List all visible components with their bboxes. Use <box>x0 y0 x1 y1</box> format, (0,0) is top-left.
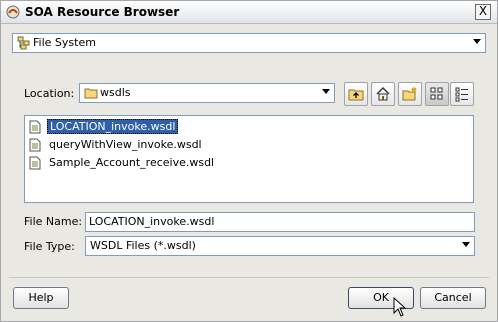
folder-up-button[interactable] <box>344 82 368 106</box>
wsdl-file-icon <box>29 156 41 170</box>
dialog-title: SOA Resource Browser <box>25 5 180 19</box>
file-type-dropdown[interactable]: WSDL Files (*.wsdl) <box>85 236 475 256</box>
title-bar[interactable]: SOA Resource Browser X <box>1 1 497 24</box>
file-name-field[interactable] <box>86 213 472 230</box>
file-system-icon <box>17 36 30 50</box>
icon-view-icon <box>430 87 443 100</box>
file-type-label: File Type: <box>24 240 75 253</box>
app-icon <box>6 5 20 19</box>
wsdl-file-icon <box>29 120 41 134</box>
file-name: LOCATION_invoke.wsdl <box>47 119 179 134</box>
list-view-icon <box>455 87 468 102</box>
list-view-button[interactable] <box>450 82 474 106</box>
connection-dropdown[interactable]: File System <box>12 33 486 53</box>
icon-view-button[interactable] <box>425 82 449 106</box>
file-type-value: WSDL Files (*.wsdl) <box>90 239 196 252</box>
folder-icon <box>84 88 98 99</box>
home-button[interactable] <box>371 82 395 106</box>
help-button[interactable]: Help <box>13 287 69 309</box>
file-name-field-box <box>85 212 475 232</box>
close-button[interactable]: X <box>475 4 491 20</box>
dialog-window: SOA Resource Browser X File System Locat… <box>0 0 498 322</box>
new-folder-icon <box>402 87 417 101</box>
home-icon <box>376 87 390 101</box>
file-name: Sample_Account_receive.wsdl <box>49 156 215 169</box>
connection-value: File System <box>33 36 96 49</box>
chevron-down-icon <box>322 89 330 94</box>
file-list[interactable]: LOCATION_invoke.wsdl queryWithView_invok… <box>24 115 474 203</box>
location-dropdown[interactable]: wsdls <box>79 83 335 103</box>
wsdl-file-icon <box>29 138 41 152</box>
chevron-down-icon <box>473 39 481 44</box>
separator <box>9 277 489 278</box>
mouse-pointer-icon <box>393 297 407 317</box>
folder-up-icon <box>348 89 364 101</box>
location-label: Location: <box>24 87 75 100</box>
location-value: wsdls <box>100 86 131 99</box>
new-folder-button[interactable] <box>398 82 422 106</box>
cancel-button[interactable]: Cancel <box>420 287 486 309</box>
chevron-down-icon <box>462 242 470 247</box>
file-name-label: File Name: <box>24 215 83 228</box>
file-name: queryWithView_invoke.wsdl <box>49 138 202 151</box>
